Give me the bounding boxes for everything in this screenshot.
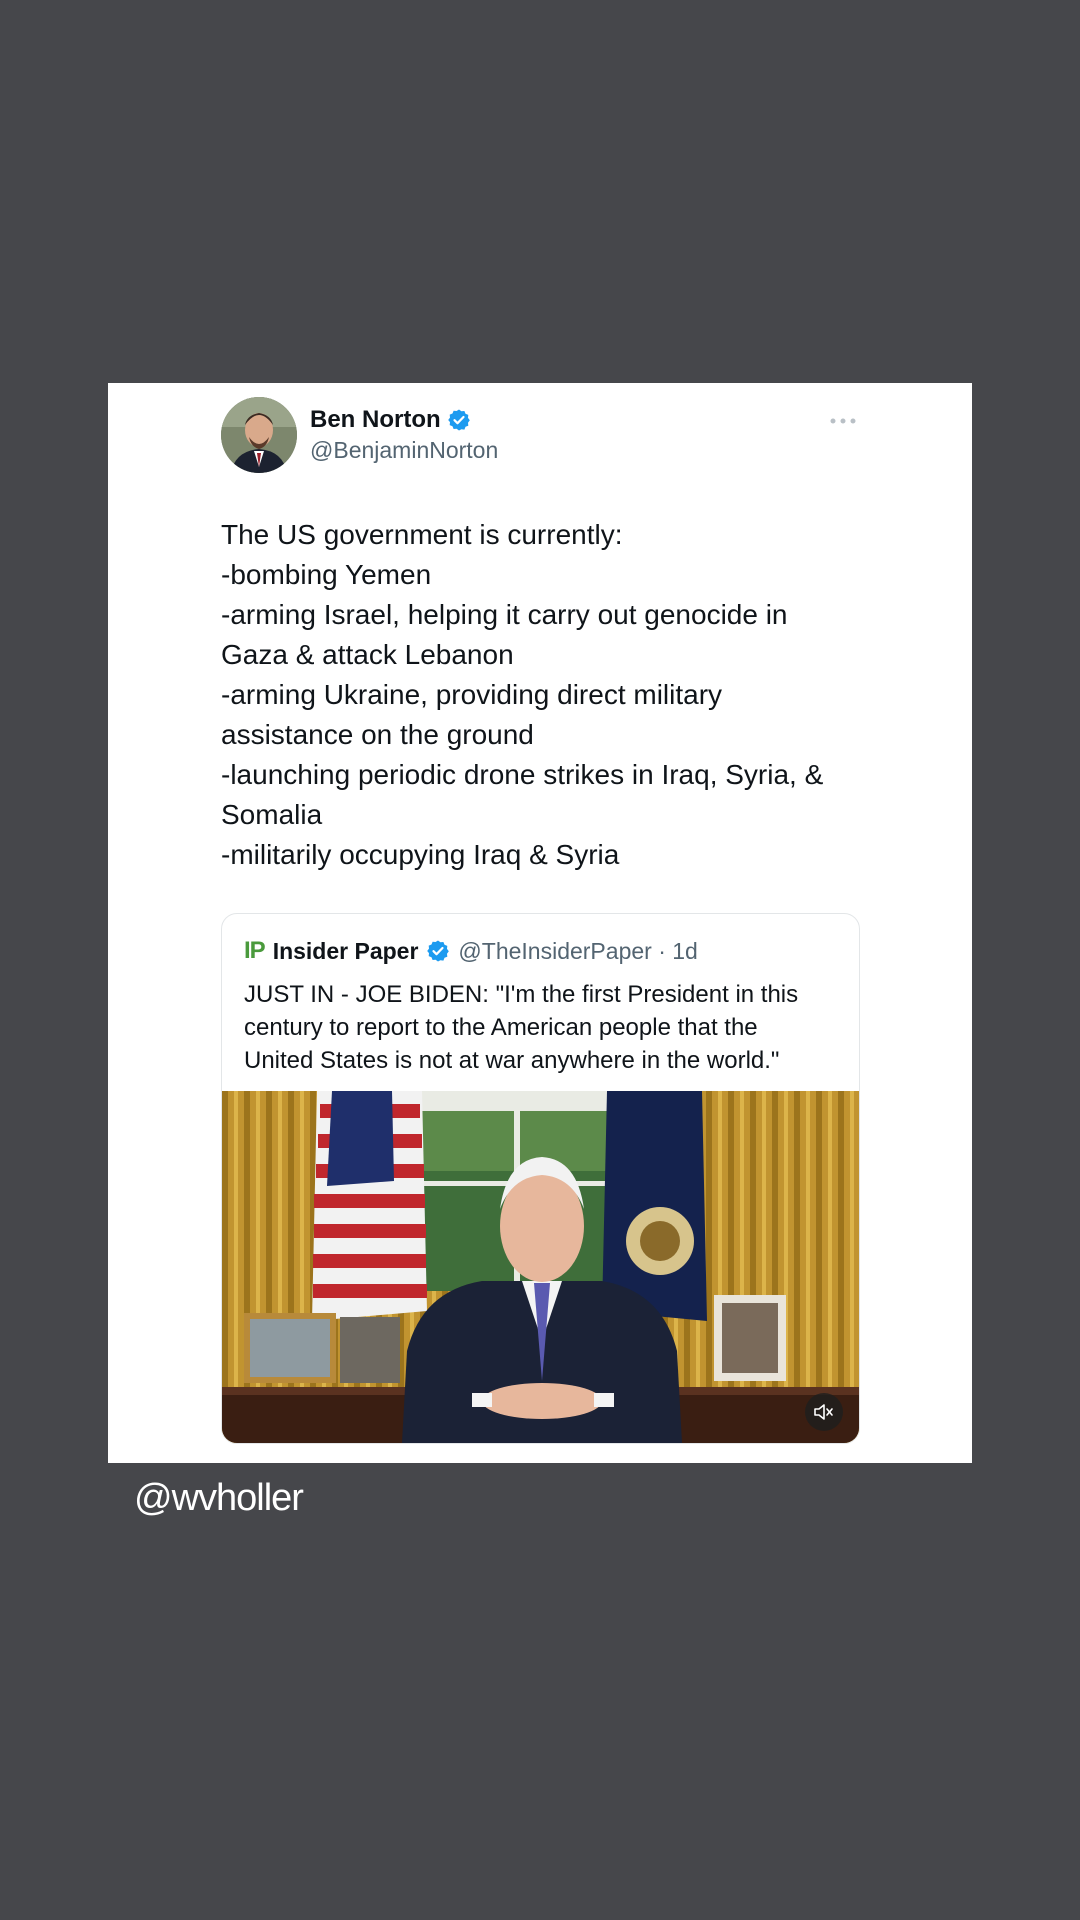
- quote-text-line: century to report to the American people…: [244, 1014, 758, 1041]
- quote-header: IP Insider Paper @TheInsiderPaper · 1d: [222, 914, 859, 966]
- quoted-tweet[interactable]: IP Insider Paper @TheInsiderPaper · 1d J…: [221, 913, 860, 1444]
- tweet-text-line: -bombing Yemen: [221, 559, 432, 590]
- quote-handle-time: @TheInsiderPaper · 1d: [458, 937, 698, 964]
- video-thumbnail[interactable]: [222, 1091, 859, 1443]
- watermark-handle: @wvholler: [134, 1477, 304, 1519]
- author-row: Ben Norton: [310, 405, 498, 435]
- tweet-text-line: assistance on the ground: [221, 719, 534, 750]
- tweet-text-line: Gaza & attack Lebanon: [221, 639, 514, 670]
- author-block: Ben Norton @BenjaminNorton: [310, 405, 498, 464]
- tweet-header: Ben Norton @BenjaminNorton: [221, 397, 858, 473]
- quote-text-line: JUST IN - JOE BIDEN: "I'm the first Pres…: [244, 981, 799, 1008]
- author-handle[interactable]: @BenjaminNorton: [310, 437, 498, 464]
- more-options-icon[interactable]: [828, 413, 858, 424]
- avatar[interactable]: [221, 397, 297, 473]
- tweet-text-line: -arming Ukraine, providing direct milita…: [221, 679, 723, 710]
- tweet-text-line: -arming Israel, helping it carry out gen…: [221, 599, 788, 630]
- author-name[interactable]: Ben Norton: [310, 406, 441, 434]
- tweet[interactable]: Ben Norton @BenjaminNorton The US govern…: [221, 397, 860, 1444]
- tweet-text-line: -militarily occupying Iraq & Syria: [221, 839, 620, 870]
- tweet-text: The US government is currently: -bombing…: [221, 515, 858, 875]
- quote-text-line: United States is not at war anywhere in …: [244, 1047, 780, 1074]
- tweet-text-line: -launching periodic drone strikes in Ira…: [221, 759, 824, 790]
- quote-text: JUST IN - JOE BIDEN: "I'm the first Pres…: [222, 966, 859, 1091]
- tweet-text-line: Somalia: [221, 799, 323, 830]
- mute-button[interactable]: [805, 1393, 843, 1431]
- insider-paper-logo: IP: [244, 937, 266, 964]
- screenshot-card: Ben Norton @BenjaminNorton The US govern…: [108, 383, 972, 1463]
- verified-badge-icon: [447, 408, 471, 432]
- mute-icon: [813, 1403, 835, 1421]
- quote-author-name[interactable]: Insider Paper: [273, 938, 419, 965]
- verified-badge-icon: [426, 939, 450, 963]
- tweet-text-line: The US government is currently:: [221, 519, 623, 550]
